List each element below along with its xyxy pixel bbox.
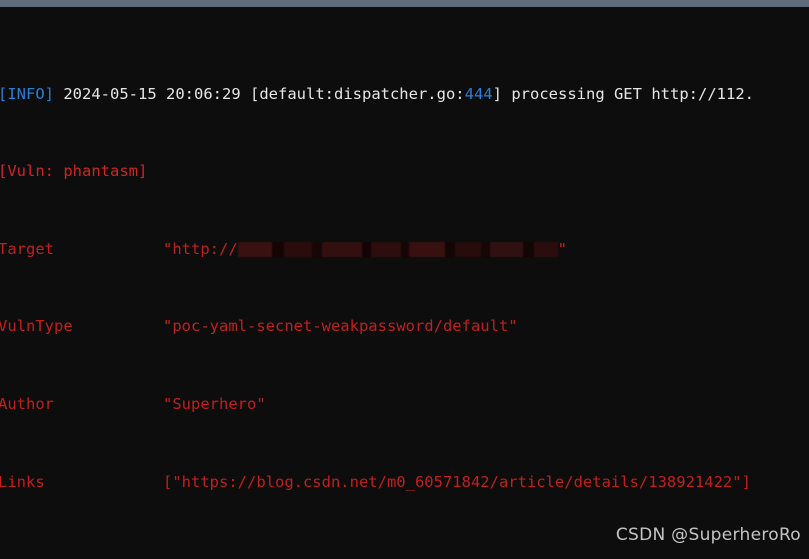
- log-line-info: [INFO] 2024-05-15 20:06:29 [default:disp…: [0, 85, 809, 104]
- terminal-output: [INFO] 2024-05-15 20:06:29 [default:disp…: [0, 7, 809, 559]
- vuln-target-key: Target: [0, 239, 54, 258]
- log-action: processing GET: [511, 84, 642, 103]
- redacted-target-value: [237, 241, 558, 257]
- vuln-vulntype-row: VulnType "poc-yaml-secnet-weakpassword/de…: [0, 317, 809, 336]
- vuln-links-row: Links ["https://blog.csdn.net/m0_60571842…: [0, 473, 809, 492]
- info-tag: [INFO]: [0, 84, 54, 103]
- vuln-links-key: Links: [0, 472, 45, 491]
- window-titlebar: [0, 0, 809, 7]
- log-source-suffix: ]: [492, 84, 502, 103]
- vuln-target-suffix: ": [557, 239, 567, 258]
- csdn-watermark: CSDN @SuperheroRo: [615, 525, 801, 545]
- vuln-header: [Vuln: phantasm]: [0, 162, 809, 181]
- log-source-prefix: [default:dispatcher.go:: [250, 84, 465, 103]
- log-url: http://112.: [651, 84, 754, 103]
- vuln-author-key: Author: [0, 395, 54, 414]
- vuln-target-prefix: "http://: [163, 239, 238, 258]
- vuln-header-label: [Vuln: phantasm]: [0, 162, 148, 181]
- vuln-links-value: ["https://blog.csdn.net/m0_60571842/arti…: [163, 472, 751, 491]
- vuln-author-value: "Superhero": [163, 395, 266, 414]
- vuln-vulntype-value: "poc-yaml-secnet-weakpassword/default": [163, 317, 518, 336]
- vuln-target-row: Target "http:// ": [0, 240, 809, 259]
- vuln-author-row: Author "Superhero": [0, 395, 809, 414]
- log-source-line: 444: [464, 84, 493, 103]
- terminal-window: [INFO] 2024-05-15 20:06:29 [default:disp…: [0, 0, 809, 559]
- log-timestamp: 2024-05-15 20:06:29: [63, 84, 241, 103]
- vuln-vulntype-key: VulnType: [0, 317, 73, 336]
